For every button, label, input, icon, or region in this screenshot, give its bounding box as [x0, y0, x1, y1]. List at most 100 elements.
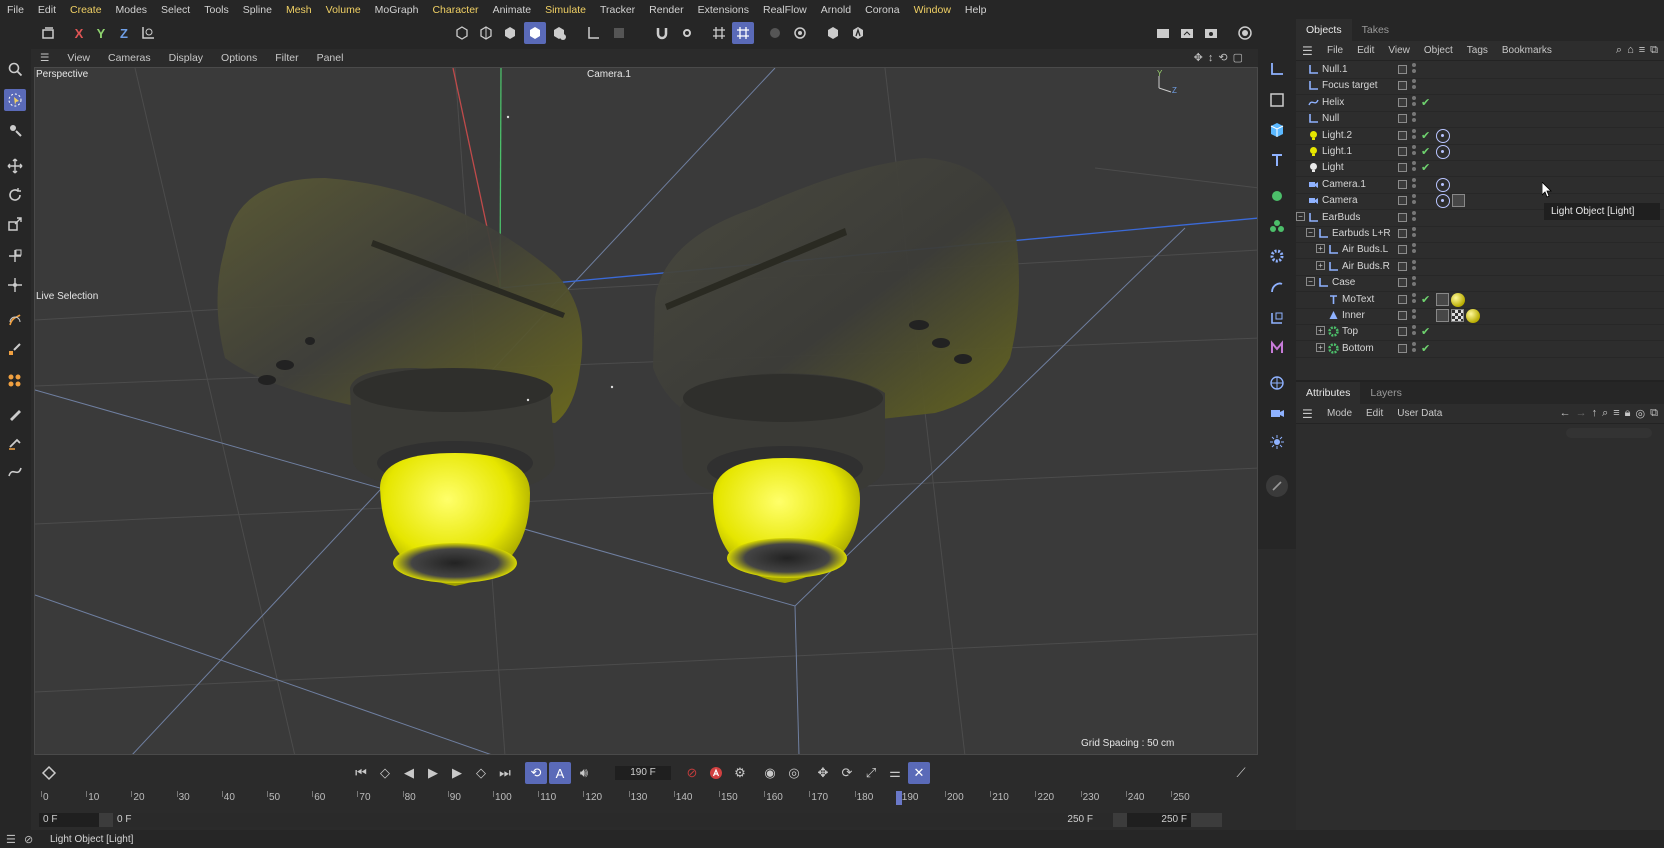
attributes-search-field[interactable]	[1566, 428, 1652, 438]
home-icon[interactable]: ⌂	[1627, 44, 1634, 57]
layer-checkbox[interactable]	[1398, 229, 1407, 238]
layer-checkbox[interactable]	[1398, 97, 1407, 107]
go-to-end-icon[interactable]: ⏭	[494, 762, 516, 784]
object-row[interactable]: Light ✔	[1296, 160, 1664, 178]
knife-icon[interactable]	[4, 431, 26, 453]
range-start-field[interactable]: 0 F	[39, 813, 99, 827]
viewport-menu-display[interactable]: Display	[160, 52, 212, 64]
new-window-icon[interactable]: ⧉	[1650, 44, 1658, 57]
object-row[interactable]: − Earbuds L+R	[1296, 226, 1664, 243]
viewport-menu-panel[interactable]: Panel	[308, 52, 353, 64]
menu-animate[interactable]: Animate	[486, 4, 539, 16]
collapse-icon[interactable]: −	[1306, 228, 1315, 237]
sound-icon[interactable]: 🔊︎	[573, 762, 595, 784]
keyframe-settings-icon[interactable]: ⚙	[729, 762, 751, 784]
cube-icon[interactable]	[1266, 119, 1288, 141]
layout-switch-icon[interactable]	[1234, 22, 1256, 44]
axis-tool-icon[interactable]	[4, 274, 26, 296]
expand-icon[interactable]: +	[1316, 326, 1325, 336]
pen-spline-icon[interactable]	[4, 309, 26, 331]
key-selection-icon[interactable]: ◉	[759, 762, 781, 784]
object-row[interactable]: MoText ✔	[1296, 292, 1664, 309]
object-name[interactable]: Light.2	[1322, 130, 1352, 141]
layer-checkbox[interactable]	[1398, 212, 1407, 222]
tab-attributes[interactable]: Attributes	[1296, 382, 1361, 404]
viewport-nav-icons[interactable]: ✥↕⟲▢	[1194, 51, 1248, 64]
layer-checkbox[interactable]	[1398, 196, 1407, 206]
target-tag-icon[interactable]	[1436, 145, 1450, 159]
viewport-hamburger-icon[interactable]: ☰	[31, 52, 58, 64]
attributes-menu-edit[interactable]: Edit	[1359, 408, 1390, 419]
layer-checkbox[interactable]	[1398, 343, 1407, 353]
object-name[interactable]: Light.1	[1322, 146, 1352, 157]
search-icon[interactable]: ⌕	[1616, 44, 1622, 57]
layer-checkbox[interactable]	[1398, 245, 1407, 255]
menu-simulate[interactable]: Simulate	[538, 4, 593, 16]
uvw-tag-icon[interactable]	[1451, 309, 1464, 322]
visibility-dots[interactable]	[1412, 63, 1416, 77]
arnold-icon[interactable]	[822, 22, 844, 44]
workplane-icon[interactable]	[582, 22, 604, 44]
record-disabled-icon[interactable]: ⊘	[681, 762, 703, 784]
menu-edit[interactable]: Edit	[31, 4, 63, 16]
filter-icon[interactable]: ≡	[1639, 44, 1645, 57]
layer-checkbox[interactable]	[1398, 311, 1407, 320]
model-mode-icon[interactable]	[524, 22, 546, 44]
menu-help[interactable]: Help	[958, 4, 994, 16]
object-name[interactable]: Light	[1322, 162, 1344, 173]
search-icon[interactable]: ⌕	[1602, 407, 1608, 420]
target-tag-icon[interactable]	[1436, 194, 1450, 209]
object-row[interactable]: Helix ✔	[1296, 95, 1664, 112]
visibility-dots[interactable]	[1412, 341, 1416, 356]
menu-tracker[interactable]: Tracker	[593, 4, 642, 16]
environment-icon[interactable]	[1266, 372, 1288, 394]
transform-icon[interactable]	[4, 245, 26, 267]
menu-arnold[interactable]: Arnold	[814, 4, 858, 16]
snap-magnet-icon[interactable]	[651, 22, 673, 44]
menu-volume[interactable]: Volume	[319, 4, 368, 16]
viewport-menu-options[interactable]: Options	[212, 52, 266, 64]
loop-icon[interactable]: ⟲	[525, 762, 547, 784]
visibility-dots[interactable]	[1412, 194, 1416, 208]
menu-realflow[interactable]: RealFlow	[756, 4, 814, 16]
polygons-mode-icon[interactable]	[499, 22, 521, 44]
attributes-menu-user-data[interactable]: User Data	[1390, 408, 1449, 419]
grid-snap-icon[interactable]	[708, 22, 730, 44]
object-name[interactable]: Null	[1322, 113, 1339, 124]
paint-brush-icon[interactable]	[4, 403, 26, 425]
object-row[interactable]: + Air Buds.R	[1296, 259, 1664, 276]
enabled-check-icon[interactable]: ✔	[1421, 325, 1430, 338]
menu-select[interactable]: Select	[154, 4, 197, 16]
deformer-gear-icon[interactable]	[1266, 245, 1288, 267]
visibility-dots[interactable]	[1412, 227, 1416, 241]
mograph-cloner-icon[interactable]	[4, 369, 26, 391]
play-icon[interactable]: ▶	[422, 762, 444, 784]
coordinate-system-icon[interactable]	[137, 22, 159, 44]
frame-range-slider[interactable]: 0 F 0 F 250 F 250 F	[39, 813, 1222, 827]
render-settings-icon[interactable]	[789, 22, 811, 44]
text-icon[interactable]	[1266, 149, 1288, 171]
spline-rectangle-icon[interactable]	[1266, 89, 1288, 111]
object-name[interactable]: Top	[1342, 326, 1358, 337]
protection-tag-icon[interactable]	[1452, 194, 1465, 208]
live-selection-icon[interactable]	[4, 89, 26, 111]
play-mode-icon[interactable]: A	[549, 762, 571, 784]
menu-character[interactable]: Character	[425, 4, 485, 16]
search-icon[interactable]	[4, 58, 26, 80]
object-row[interactable]: Focus target	[1296, 78, 1664, 96]
menu-window[interactable]: Window	[907, 4, 958, 16]
layer-checkbox[interactable]	[1398, 278, 1407, 288]
viewport-menu-cameras[interactable]: Cameras	[99, 52, 160, 64]
current-frame-field[interactable]: 190 F	[615, 766, 671, 780]
undo-icon[interactable]	[38, 22, 60, 44]
lock-icon[interactable]: 🔒︎	[1625, 407, 1631, 420]
solo-icon[interactable]	[608, 22, 630, 44]
uv-mode-icon[interactable]	[548, 22, 570, 44]
menu-extensions[interactable]: Extensions	[691, 4, 756, 16]
target-tag-icon[interactable]	[1436, 128, 1450, 143]
object-row[interactable]: Light.1 ✔	[1296, 144, 1664, 161]
layer-checkbox[interactable]	[1398, 163, 1407, 173]
selection-options-icon[interactable]	[4, 119, 26, 141]
filter-icon[interactable]: ≡	[1613, 407, 1619, 420]
visibility-dots[interactable]	[1412, 292, 1416, 307]
